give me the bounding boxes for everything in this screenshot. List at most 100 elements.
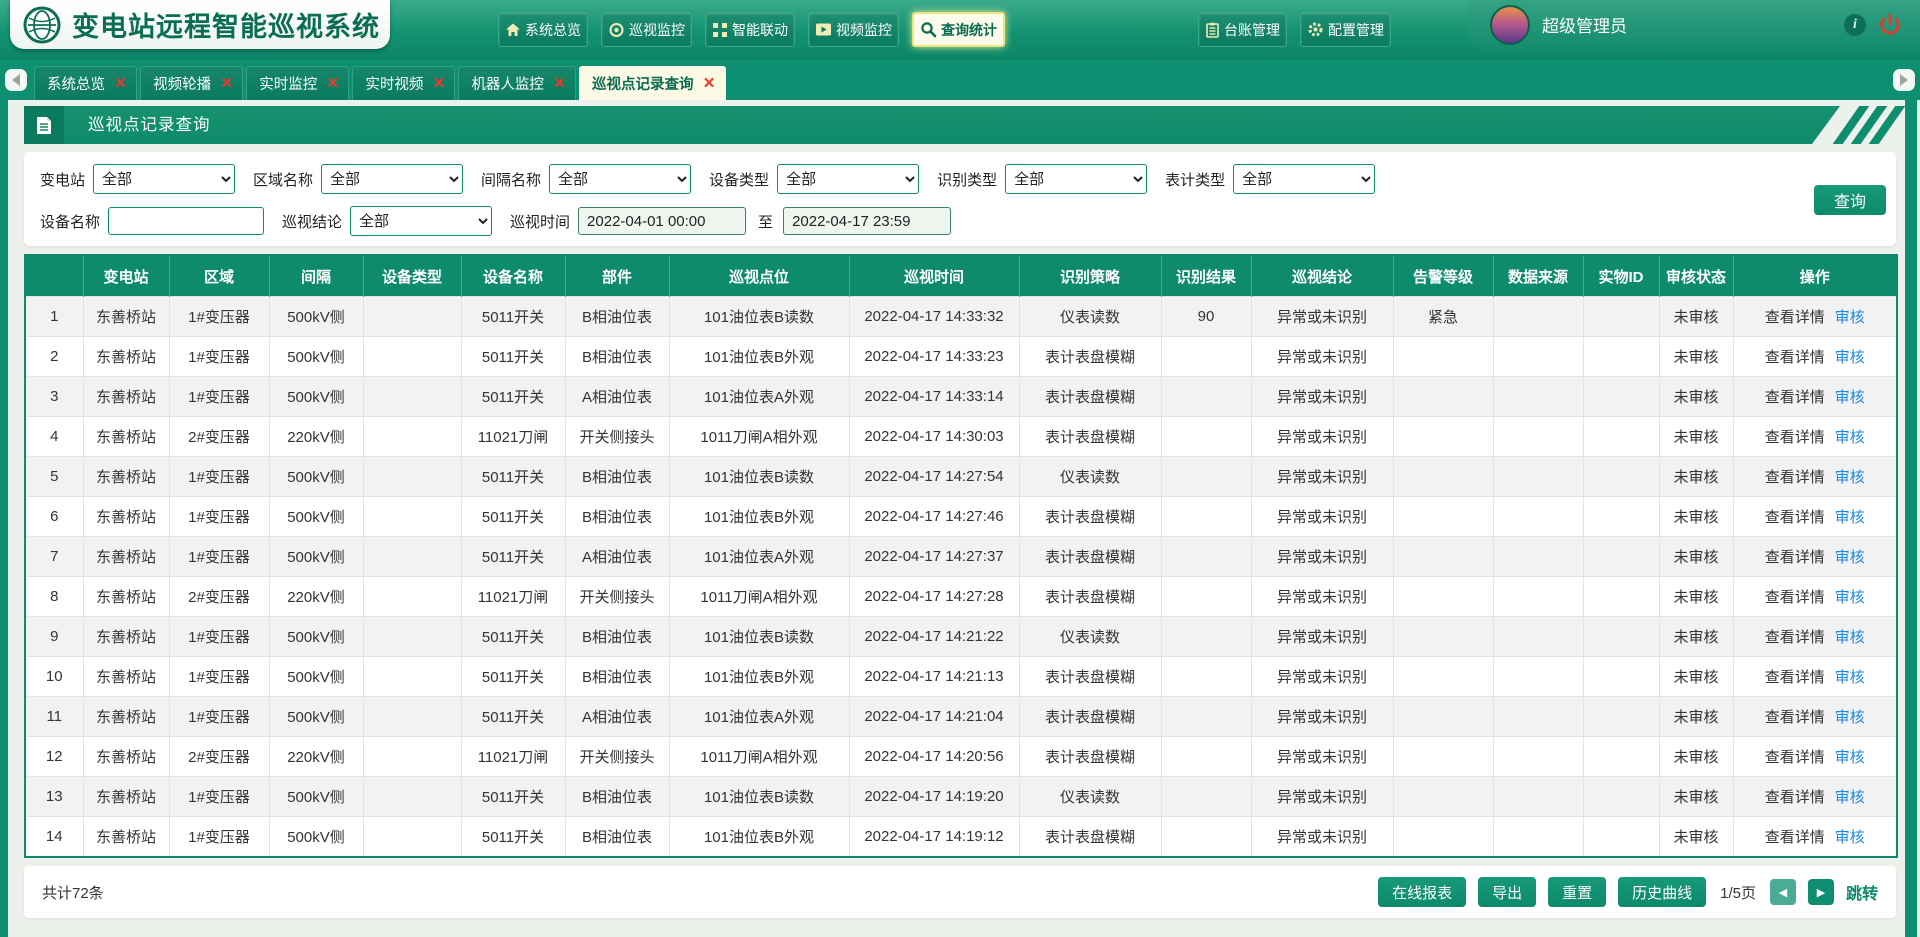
view-detail-link[interactable]: 查看详情 bbox=[1765, 429, 1825, 446]
nav-ledger-management[interactable]: 台账管理 bbox=[1198, 12, 1287, 47]
time-to-input[interactable] bbox=[783, 207, 951, 235]
view-detail-link[interactable]: 查看详情 bbox=[1765, 549, 1825, 566]
jump-button[interactable]: 跳转 bbox=[1846, 880, 1878, 904]
close-icon[interactable] bbox=[221, 74, 232, 93]
export-button[interactable]: 导出 bbox=[1478, 877, 1536, 907]
audit-link[interactable]: 审核 bbox=[1835, 349, 1865, 366]
cell-part: 开关侧接头 bbox=[565, 737, 669, 777]
audit-link[interactable]: 审核 bbox=[1835, 829, 1865, 846]
audit-link[interactable]: 审核 bbox=[1835, 509, 1865, 526]
info-icon[interactable]: i bbox=[1844, 14, 1866, 36]
close-icon[interactable] bbox=[704, 74, 715, 93]
view-detail-link[interactable]: 查看详情 bbox=[1765, 749, 1825, 766]
tab-realtime-monitor[interactable]: 实时监控 bbox=[246, 66, 349, 100]
tabs-scroll-right-icon[interactable] bbox=[1893, 69, 1915, 91]
logo-box: 变电站远程智能巡视系统 bbox=[10, 0, 390, 49]
audit-link[interactable]: 审核 bbox=[1835, 589, 1865, 606]
cell-actions: 查看详情审核 bbox=[1733, 577, 1897, 617]
filter-select[interactable]: 全部 bbox=[549, 164, 691, 194]
cell-device-name: 5011开关 bbox=[461, 337, 565, 377]
close-icon[interactable] bbox=[115, 74, 126, 93]
filter-select[interactable]: 全部 bbox=[321, 164, 463, 194]
tab-system-overview[interactable]: 系统总览 bbox=[34, 66, 137, 100]
audit-link[interactable]: 审核 bbox=[1835, 549, 1865, 566]
nav-inspection-monitor[interactable]: 巡视监控 bbox=[601, 12, 692, 47]
tab-robot-monitor[interactable]: 机器人监控 bbox=[458, 66, 576, 100]
audit-link[interactable]: 审核 bbox=[1835, 749, 1865, 766]
tab-inspection-record-query[interactable]: 巡视点记录查询 bbox=[579, 66, 726, 100]
nav-config-management[interactable]: 配置管理 bbox=[1300, 12, 1391, 47]
nav-smart-linkage[interactable]: 智能联动 bbox=[705, 12, 795, 47]
cell-time: 2022-04-17 14:27:54 bbox=[849, 457, 1019, 497]
cell-device-name: 11021刀闸 bbox=[461, 737, 565, 777]
nav-query-statistics[interactable]: 查询统计 bbox=[912, 12, 1005, 47]
time-from-input[interactable] bbox=[578, 207, 746, 235]
view-detail-link[interactable]: 查看详情 bbox=[1765, 589, 1825, 606]
audit-link[interactable]: 审核 bbox=[1835, 629, 1865, 646]
cell-conclusion: 异常或未识别 bbox=[1251, 817, 1393, 858]
prev-page-icon[interactable] bbox=[1770, 879, 1796, 905]
history-curve-button[interactable]: 历史曲线 bbox=[1618, 877, 1706, 907]
next-page-icon[interactable] bbox=[1808, 879, 1834, 905]
tabs-scroll-left-icon[interactable] bbox=[5, 69, 27, 91]
cell-bay: 500kV侧 bbox=[269, 617, 363, 657]
filter-select[interactable]: 全部 bbox=[93, 164, 235, 194]
filter-group: 识别类型 全部 bbox=[937, 164, 1147, 194]
view-detail-link[interactable]: 查看详情 bbox=[1765, 389, 1825, 406]
cell-data-source bbox=[1493, 297, 1583, 337]
audit-link[interactable]: 审核 bbox=[1835, 469, 1865, 486]
cell-device-type bbox=[363, 617, 461, 657]
cell-time: 2022-04-17 14:30:03 bbox=[849, 417, 1019, 457]
device-name-input[interactable] bbox=[108, 207, 264, 235]
cell-result bbox=[1161, 577, 1251, 617]
cell-asset-id bbox=[1583, 457, 1659, 497]
cell-asset-id bbox=[1583, 377, 1659, 417]
conclusion-select[interactable]: 全部 bbox=[350, 206, 492, 236]
view-detail-link[interactable]: 查看详情 bbox=[1765, 789, 1825, 806]
online-report-button[interactable]: 在线报表 bbox=[1378, 877, 1466, 907]
query-button[interactable]: 查询 bbox=[1814, 185, 1886, 215]
close-icon[interactable] bbox=[327, 74, 338, 93]
cell-conclusion: 异常或未识别 bbox=[1251, 617, 1393, 657]
view-detail-link[interactable]: 查看详情 bbox=[1765, 469, 1825, 486]
tab-video-carousel[interactable]: 视频轮播 bbox=[140, 66, 243, 100]
power-logout-icon[interactable] bbox=[1878, 13, 1902, 37]
close-icon[interactable] bbox=[433, 74, 444, 93]
audit-link[interactable]: 审核 bbox=[1835, 669, 1865, 686]
reset-button[interactable]: 重置 bbox=[1548, 877, 1606, 907]
view-detail-link[interactable]: 查看详情 bbox=[1765, 509, 1825, 526]
cell-alarm-level bbox=[1393, 337, 1493, 377]
filter-select[interactable]: 全部 bbox=[1233, 164, 1375, 194]
audit-link[interactable]: 审核 bbox=[1835, 789, 1865, 806]
cell-asset-id bbox=[1583, 337, 1659, 377]
cell-time: 2022-04-17 14:27:46 bbox=[849, 497, 1019, 537]
tab-realtime-video[interactable]: 实时视频 bbox=[352, 66, 455, 100]
view-detail-link[interactable]: 查看详情 bbox=[1765, 669, 1825, 686]
cell-strategy: 表计表盘模糊 bbox=[1019, 657, 1161, 697]
close-icon[interactable] bbox=[554, 74, 565, 93]
view-detail-link[interactable]: 查看详情 bbox=[1765, 349, 1825, 366]
audit-link[interactable]: 审核 bbox=[1835, 429, 1865, 446]
filter-select[interactable]: 全部 bbox=[777, 164, 919, 194]
audit-link[interactable]: 审核 bbox=[1835, 709, 1865, 726]
nav-system-overview[interactable]: 系统总览 bbox=[498, 12, 588, 47]
cell-device-type bbox=[363, 497, 461, 537]
nav-video-monitor[interactable]: 视频监控 bbox=[808, 12, 899, 47]
view-detail-link[interactable]: 查看详情 bbox=[1765, 309, 1825, 326]
cell-conclusion: 异常或未识别 bbox=[1251, 577, 1393, 617]
filter-select[interactable]: 全部 bbox=[1005, 164, 1147, 194]
audit-link[interactable]: 审核 bbox=[1835, 389, 1865, 406]
cell-strategy: 表计表盘模糊 bbox=[1019, 697, 1161, 737]
view-detail-link[interactable]: 查看详情 bbox=[1765, 829, 1825, 846]
table-row: 1 东善桥站 1#变压器 500kV侧 5011开关 B相油位表 101油位表B… bbox=[25, 297, 1897, 337]
view-detail-link[interactable]: 查看详情 bbox=[1765, 709, 1825, 726]
audit-link[interactable]: 审核 bbox=[1835, 309, 1865, 326]
cell-station: 东善桥站 bbox=[83, 497, 169, 537]
row-number: 6 bbox=[25, 497, 83, 537]
filter-group: 设备类型 全部 bbox=[709, 164, 919, 194]
cell-time: 2022-04-17 14:33:32 bbox=[849, 297, 1019, 337]
cell-actions: 查看详情审核 bbox=[1733, 737, 1897, 777]
filter-label: 表计类型 bbox=[1165, 169, 1225, 190]
view-detail-link[interactable]: 查看详情 bbox=[1765, 629, 1825, 646]
cell-region: 1#变压器 bbox=[169, 777, 269, 817]
